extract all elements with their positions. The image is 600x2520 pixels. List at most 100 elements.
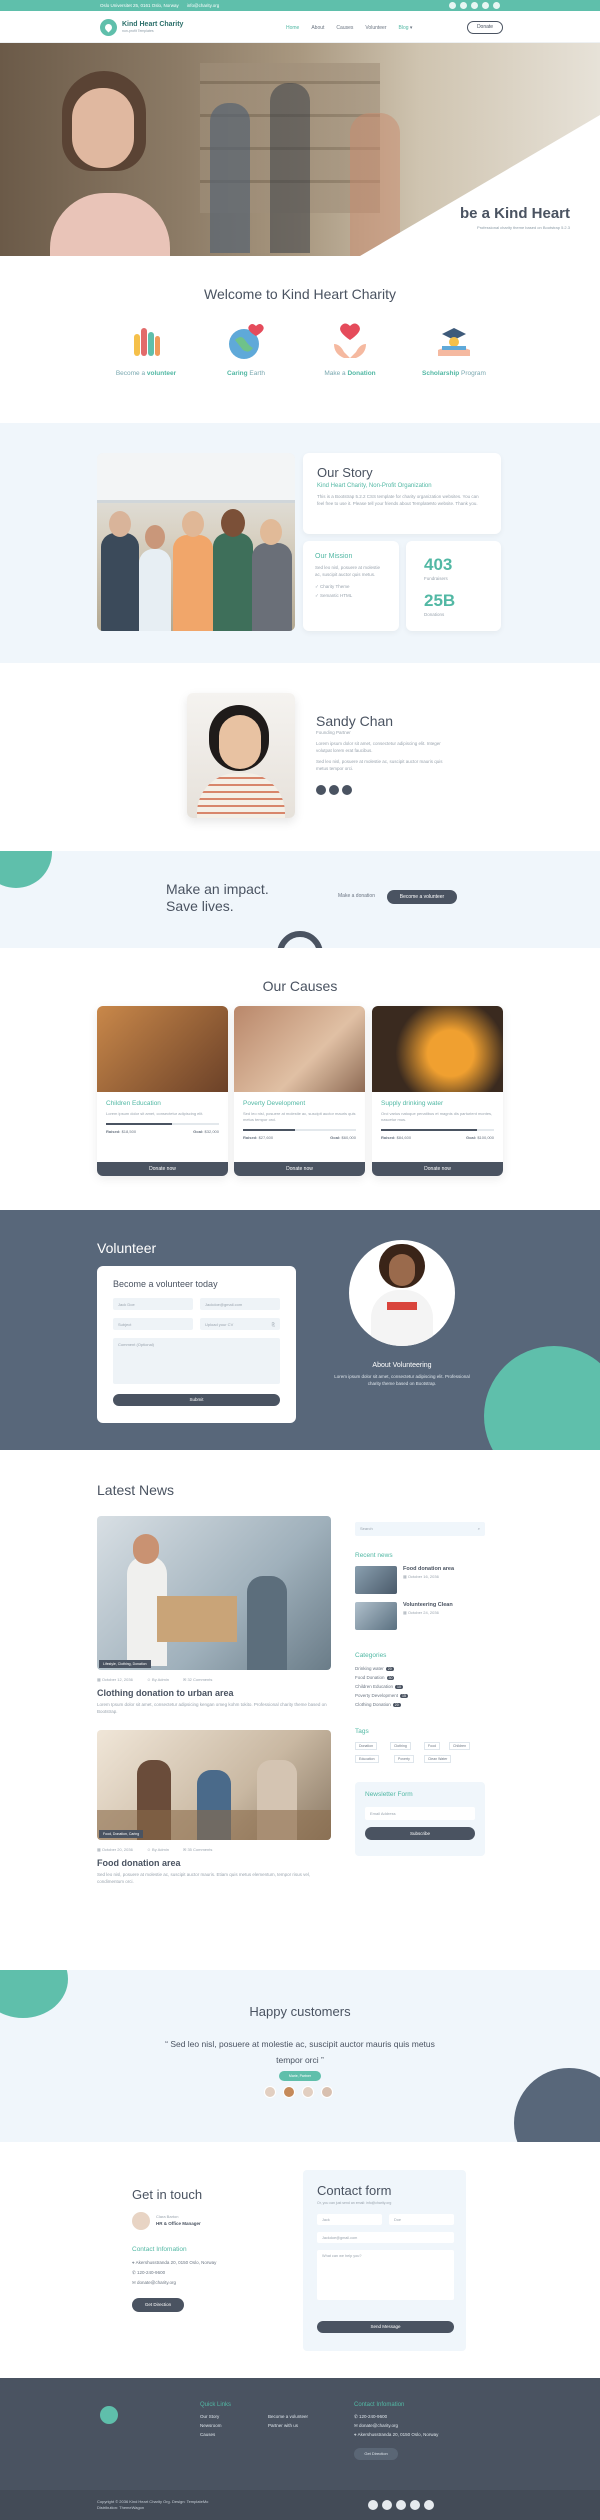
avatar[interactable] xyxy=(302,2086,314,2098)
make-donation-link[interactable]: Make a donation xyxy=(338,893,375,899)
contact-form-title: Contact form xyxy=(317,2183,392,2198)
footer-email[interactable]: donate@charity.org xyxy=(359,2423,398,2428)
instagram-icon[interactable] xyxy=(471,2,478,9)
submit-button[interactable]: Submit xyxy=(113,1394,280,1406)
avatar[interactable] xyxy=(264,2086,276,2098)
categories-title: Categories xyxy=(355,1652,387,1659)
navbar: Kind Heart Charity non-profit Templates H… xyxy=(0,11,600,43)
first-name-input[interactable]: Jack xyxy=(317,2214,382,2225)
feature-volunteer[interactable]: Become a volunteer xyxy=(96,322,196,377)
donate-now-button[interactable]: Donate now xyxy=(372,1162,503,1176)
tag-link[interactable]: Children xyxy=(449,1742,471,1750)
become-volunteer-button[interactable]: Become a volunteer xyxy=(387,890,457,904)
subject-input[interactable]: Subject xyxy=(113,1318,193,1330)
causes-section: Our Causes Children Education Lorem ipsu… xyxy=(0,948,600,1210)
name-input[interactable]: Jack Doe xyxy=(113,1298,193,1310)
tag-link[interactable]: Education xyxy=(355,1755,379,1763)
facebook-icon[interactable] xyxy=(329,785,339,795)
news-image[interactable]: Lifestyle, Clothing, Donation xyxy=(97,1516,331,1670)
last-name-input[interactable]: Doe xyxy=(389,2214,454,2225)
news-post-title[interactable]: Clothing donation to urban area xyxy=(97,1688,331,1698)
logo-icon[interactable] xyxy=(100,19,117,36)
contact-info-title: Contact Infomation xyxy=(132,2246,187,2253)
facebook-icon[interactable] xyxy=(460,2,467,9)
contact-email-input[interactable]: Jackdoe@gmail.com xyxy=(317,2232,454,2243)
send-message-button[interactable]: Send Message xyxy=(317,2321,454,2333)
footer-link[interactable]: Causes xyxy=(200,2432,215,2437)
volunteer-form: Become a volunteer today Jack Doe Jackdo… xyxy=(97,1266,296,1423)
news-tags: Lifestyle, Clothing, Donation xyxy=(99,1660,151,1668)
footer-phone[interactable]: 120-240-9600 xyxy=(359,2414,387,2419)
get-direction-button[interactable]: Get Direction xyxy=(132,2298,184,2312)
tag-link[interactable]: Food xyxy=(424,1742,440,1750)
nav-home[interactable]: Home xyxy=(286,25,299,31)
cause-image xyxy=(234,1006,365,1092)
youtube-icon[interactable] xyxy=(424,2500,434,2510)
search-input[interactable]: Search ⌕ xyxy=(355,1522,485,1536)
category-link[interactable]: Poverty Development 15 xyxy=(355,1693,408,1698)
twitter-icon[interactable] xyxy=(368,2500,378,2510)
newsletter-email-input[interactable]: Email Address xyxy=(365,1807,475,1820)
footer-get-direction-button[interactable]: Get Direction xyxy=(354,2448,398,2460)
twitter-icon[interactable] xyxy=(316,785,326,795)
tag-link[interactable]: Clothing xyxy=(390,1742,411,1750)
brand-name[interactable]: Kind Heart Charity non-profit Templates xyxy=(122,21,183,33)
nav-causes[interactable]: Causes xyxy=(336,25,353,31)
recent-news-item[interactable]: Volunteering Clean ▦ October 24, 2036 xyxy=(355,1602,453,1630)
category-link[interactable]: Food Donation 30 xyxy=(355,1675,395,1680)
footer-link[interactable]: Our Story xyxy=(200,2414,219,2419)
category-link[interactable]: Drinking water 20 xyxy=(355,1666,394,1671)
donate-now-button[interactable]: Donate now xyxy=(234,1162,365,1176)
search-icon[interactable]: ⌕ xyxy=(478,1526,480,1531)
calendar-icon: ▦ xyxy=(403,1574,407,1579)
news-image[interactable]: Food, Donation, Caring xyxy=(97,1730,331,1840)
comment-textarea[interactable]: Comment (Optional) xyxy=(113,1338,280,1384)
donate-now-button[interactable]: Donate now xyxy=(97,1162,228,1176)
category-link[interactable]: Clothing Donation 20 xyxy=(355,1702,401,1707)
feature-earth[interactable]: Caring Earth xyxy=(196,322,296,377)
hands-icon xyxy=(126,322,166,362)
contact-email[interactable]: donate@charity.org xyxy=(137,2280,176,2285)
email-link[interactable]: info@charity.org xyxy=(187,3,220,8)
subscribe-button[interactable]: Subscribe xyxy=(365,1827,475,1840)
whatsapp-icon[interactable] xyxy=(493,2,500,9)
recent-news-item[interactable]: Food donation area ▦ October 16, 2036 xyxy=(355,1566,454,1594)
cause-title[interactable]: Poverty Development xyxy=(243,1100,356,1107)
footer-link[interactable]: Partner with us xyxy=(268,2423,298,2428)
instagram-icon[interactable] xyxy=(396,2500,406,2510)
email-input[interactable]: Jackdoe@gmail.com xyxy=(200,1298,280,1310)
linkedin-icon[interactable] xyxy=(410,2500,420,2510)
tag-link[interactable]: Poverty xyxy=(394,1755,414,1763)
tag-link[interactable]: Clean Water xyxy=(424,1755,452,1763)
volunteer-photo xyxy=(349,1240,455,1346)
nav-about[interactable]: About xyxy=(311,25,324,31)
avatar[interactable] xyxy=(321,2086,333,2098)
contact-person-name: Clara Barton xyxy=(156,2214,179,2219)
avatar[interactable] xyxy=(283,2086,295,2098)
news-comments[interactable]: 35 Comments xyxy=(187,1847,212,1852)
twitter-icon[interactable] xyxy=(449,2,456,9)
news-comments[interactable]: 32 Comments xyxy=(187,1677,212,1682)
footer-link[interactable]: Newsroom xyxy=(200,2423,222,2428)
feature-donation[interactable]: Make a Donation xyxy=(300,322,400,377)
cause-title[interactable]: Supply drinking water xyxy=(381,1100,494,1107)
message-textarea[interactable]: What can we help you? xyxy=(317,2250,454,2300)
founder-name: Sandy Chan xyxy=(316,713,394,729)
footer-link[interactable]: Become a volunteer xyxy=(268,2414,308,2419)
tag-link[interactable]: Donation xyxy=(355,1742,378,1750)
quick-links-title: Quick Links xyxy=(200,2402,232,2408)
contact-phone[interactable]: 120-240-9600 xyxy=(137,2270,165,2275)
nav-volunteer[interactable]: Volunteer xyxy=(365,25,386,31)
founder-role: Founding Partner xyxy=(316,730,351,735)
facebook-icon[interactable] xyxy=(382,2500,392,2510)
upload-cv-input[interactable]: Upload your CV ⎘ xyxy=(200,1318,280,1330)
instagram-icon[interactable] xyxy=(342,785,352,795)
youtube-icon[interactable] xyxy=(482,2,489,9)
category-link[interactable]: Children Education 10 xyxy=(355,1684,403,1689)
feature-scholarship[interactable]: Scholarship Program xyxy=(404,322,504,377)
donate-button[interactable]: Donate xyxy=(467,21,503,34)
nav-blog[interactable]: Blog ▾ xyxy=(399,25,413,31)
footer-logo-icon[interactable] xyxy=(100,2406,118,2424)
news-post-title[interactable]: Food donation area xyxy=(97,1858,331,1868)
cause-title[interactable]: Children Education xyxy=(106,1100,219,1107)
